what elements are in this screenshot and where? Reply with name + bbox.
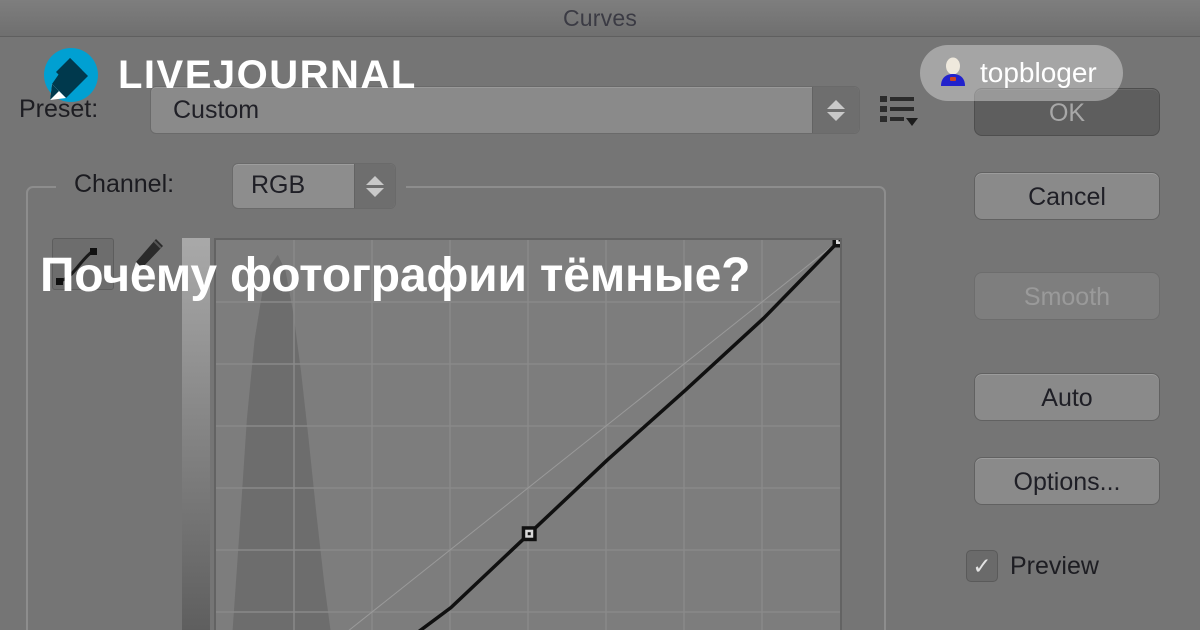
preset-stepper[interactable] bbox=[812, 87, 859, 133]
channel-value: RGB bbox=[251, 171, 306, 199]
channel-stepper[interactable] bbox=[354, 164, 395, 208]
options-button[interactable]: Options... bbox=[974, 457, 1160, 505]
curves-dialog: Curves Preset: Custom Channel: RGB OK Ca… bbox=[0, 0, 1200, 630]
user-name: topbloger bbox=[980, 57, 1097, 88]
chevron-down-icon bbox=[366, 187, 384, 197]
preview-label: Preview bbox=[1010, 551, 1099, 580]
auto-button[interactable]: Auto bbox=[974, 373, 1160, 421]
user-avatar-icon bbox=[938, 56, 968, 91]
livejournal-pencil-logo-icon bbox=[40, 44, 102, 106]
checkmark-icon: ✓ bbox=[972, 552, 992, 579]
chevron-down-icon bbox=[827, 111, 845, 121]
channel-select[interactable]: RGB bbox=[232, 163, 396, 209]
overlay-headline: Почему фотографии тёмные? bbox=[40, 249, 751, 302]
chevron-up-icon bbox=[366, 175, 384, 185]
user-badge[interactable]: topbloger bbox=[920, 45, 1123, 101]
titlebar: Curves bbox=[0, 0, 1200, 37]
chevron-up-icon bbox=[827, 99, 845, 109]
preset-menu-icon[interactable] bbox=[878, 92, 920, 128]
livejournal-branding: LIVEJOURNAL bbox=[40, 44, 417, 106]
window-title: Curves bbox=[562, 5, 638, 31]
preview-checkbox[interactable]: ✓ bbox=[966, 550, 998, 582]
smooth-button[interactable]: Smooth bbox=[974, 272, 1160, 320]
cancel-button[interactable]: Cancel bbox=[974, 172, 1160, 220]
channel-label: Channel: bbox=[74, 170, 175, 198]
preview-checkbox-row[interactable]: ✓ Preview bbox=[966, 550, 1099, 582]
livejournal-wordmark: LIVEJOURNAL bbox=[118, 52, 417, 97]
